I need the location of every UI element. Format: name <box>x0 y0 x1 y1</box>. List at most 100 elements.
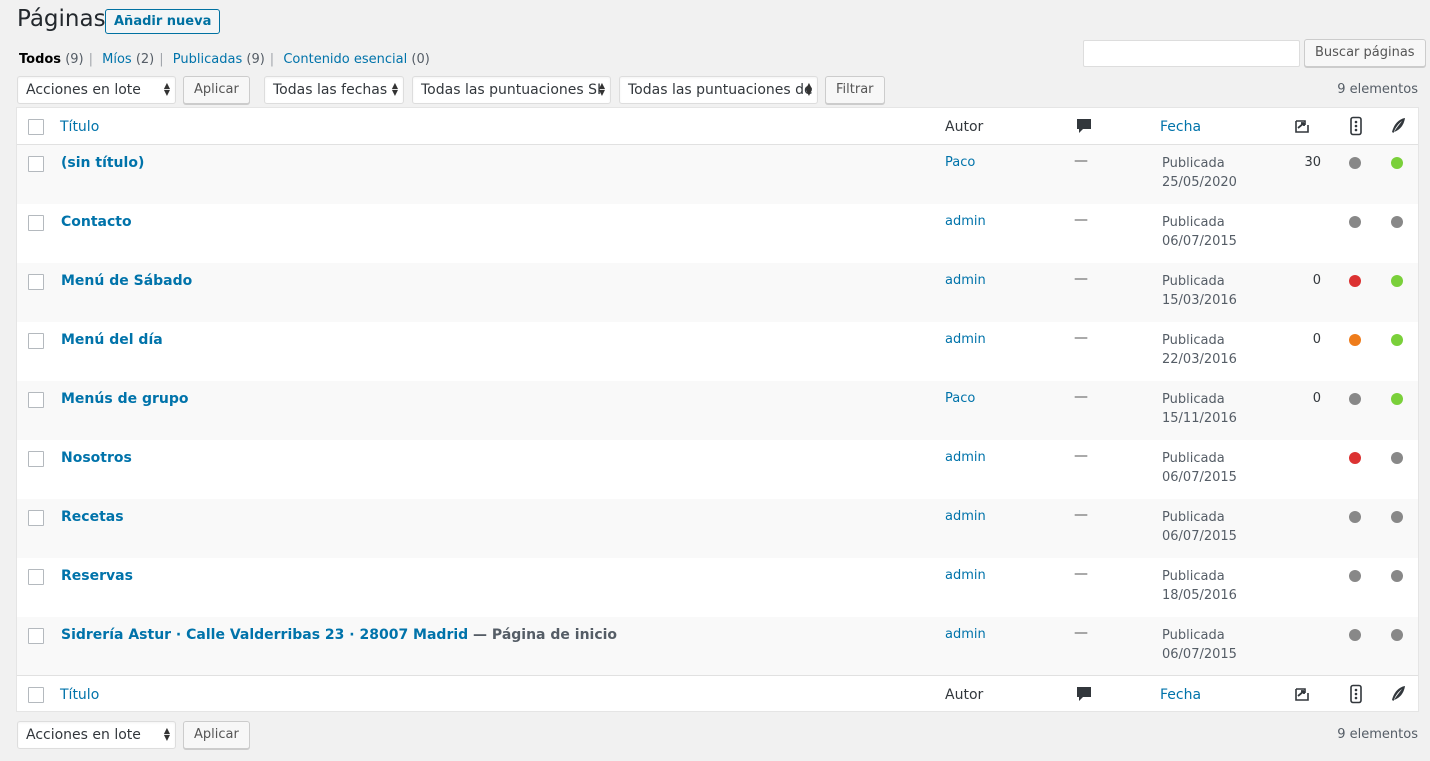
row-checkbox[interactable] <box>28 510 44 526</box>
author-link[interactable]: admin <box>945 214 986 229</box>
row-checkbox[interactable] <box>28 569 44 585</box>
pages-table: Título Autor Fecha (sin título) Paco — Publ… <box>16 107 1419 712</box>
outgoing-links-icon <box>1295 688 1309 701</box>
outgoing-links-count: 0 <box>1312 332 1321 347</box>
view-published[interactable]: Publicadas <box>173 52 242 67</box>
date-cell: Publicada 06/07/2015 <box>1162 213 1237 251</box>
row-checkbox[interactable] <box>28 451 44 467</box>
seo-score-filter-value: Todas las puntuaciones SI <box>421 82 602 98</box>
publish-date: 06/07/2015 <box>1162 647 1237 662</box>
bulk-actions-value: Acciones en lote <box>26 82 141 98</box>
readability-score-dot <box>1391 629 1403 641</box>
comments-count: — <box>1074 389 1088 405</box>
items-count-top: 9 elementos <box>1337 82 1418 97</box>
author-link[interactable]: Paco <box>945 391 975 406</box>
author-link[interactable]: admin <box>945 332 986 347</box>
select-arrows-icon: ▲ ▼ <box>163 726 170 742</box>
publish-status: Publicada <box>1162 392 1225 407</box>
page-title-link[interactable]: Menú de Sábado <box>61 273 192 289</box>
author-link[interactable]: admin <box>945 450 986 465</box>
publish-date: 15/03/2016 <box>1162 293 1237 308</box>
page-title-text[interactable]: Menús de grupo <box>61 391 189 407</box>
seo-score-filter-select[interactable]: Todas las puntuaciones SI ▲ ▼ <box>412 76 611 104</box>
comment-bubble-icon[interactable] <box>1074 116 1094 136</box>
items-count-bottom: 9 elementos <box>1337 727 1418 742</box>
row-checkbox[interactable] <box>28 156 44 172</box>
author-link[interactable]: admin <box>945 273 986 288</box>
readability-filter-select[interactable]: Todas las puntuaciones de ▲ ▼ <box>619 76 818 104</box>
page-title-text[interactable]: Menú de Sábado <box>61 273 192 289</box>
page-title-text[interactable]: Recetas <box>61 509 124 525</box>
page-title-text[interactable]: Reservas <box>61 568 133 584</box>
table-row: Contacto admin — Publicada 06/07/2015 <box>17 204 1418 263</box>
seo-score-dot <box>1349 511 1361 523</box>
apply-button-bottom[interactable]: Aplicar <box>183 721 250 749</box>
author-link[interactable]: admin <box>945 568 986 583</box>
table-row: Nosotros admin — Publicada 06/07/2015 <box>17 440 1418 499</box>
table-row: Menús de grupo Paco — Publicada 15/11/2016 0 <box>17 381 1418 440</box>
search-pages-button[interactable]: Buscar páginas <box>1304 39 1426 67</box>
column-title-footer[interactable]: Título <box>60 687 99 703</box>
row-checkbox[interactable] <box>28 392 44 408</box>
page-title-text[interactable]: Nosotros <box>61 450 132 466</box>
row-checkbox[interactable] <box>28 628 44 644</box>
seo-score-icon <box>1350 684 1362 704</box>
add-new-button[interactable]: Añadir nueva <box>105 9 221 34</box>
date-cell: Publicada 25/05/2020 <box>1162 154 1237 192</box>
readability-score-dot <box>1391 275 1403 287</box>
page-title-text[interactable]: Menú del día <box>61 332 163 348</box>
page-title-link[interactable]: (sin título) <box>61 155 144 171</box>
bulk-actions-select-bottom[interactable]: Acciones en lote ▲ ▼ <box>17 721 176 749</box>
bulk-actions-select-top[interactable]: Acciones en lote ▲ ▼ <box>17 76 176 104</box>
page-title-text[interactable]: Sidrería Astur · Calle Valderribas 23 · … <box>61 627 468 643</box>
row-checkbox[interactable] <box>28 333 44 349</box>
readability-score-dot <box>1391 570 1403 582</box>
pages-screen: Páginas Añadir nueva Todos (9) | Míos (2)… <box>0 0 1430 761</box>
date-filter-select[interactable]: Todas las fechas ▲ ▼ <box>264 76 404 104</box>
page-title-link[interactable]: Nosotros <box>61 450 132 466</box>
view-cornerstone-count: (0) <box>411 52 430 67</box>
view-cornerstone[interactable]: Contenido esencial <box>283 52 407 67</box>
page-title-text[interactable]: Contacto <box>61 214 132 230</box>
date-cell: Publicada 18/05/2016 <box>1162 567 1237 605</box>
seo-score-dot <box>1349 157 1361 169</box>
column-title-header[interactable]: Título <box>60 119 99 135</box>
author-link[interactable]: admin <box>945 509 986 524</box>
page-title-link[interactable]: Menú del día <box>61 332 163 348</box>
search-input[interactable] <box>1083 40 1300 67</box>
comments-count: — <box>1074 330 1088 346</box>
row-checkbox[interactable] <box>28 274 44 290</box>
publish-date: 15/11/2016 <box>1162 411 1237 426</box>
page-title-text[interactable]: (sin título) <box>61 155 144 171</box>
date-cell: Publicada 06/07/2015 <box>1162 626 1237 664</box>
select-all-checkbox-bottom[interactable] <box>28 687 44 703</box>
view-mine[interactable]: Míos <box>102 52 132 67</box>
select-arrows-icon: ▲ ▼ <box>163 81 170 97</box>
view-filters: Todos (9) | Míos (2) | Publicadas (9) | Con… <box>19 52 430 67</box>
filter-button[interactable]: Filtrar <box>825 76 885 104</box>
column-date-header[interactable]: Fecha <box>1160 119 1201 135</box>
seo-score-dot <box>1349 216 1361 228</box>
column-author-header: Autor <box>945 119 984 135</box>
seo-score-icon <box>1350 116 1362 136</box>
comments-count: — <box>1074 153 1088 169</box>
column-date-footer[interactable]: Fecha <box>1160 687 1201 703</box>
page-title-link[interactable]: Menús de grupo <box>61 391 189 407</box>
comment-bubble-icon[interactable] <box>1074 684 1094 704</box>
row-checkbox[interactable] <box>28 215 44 231</box>
date-cell: Publicada 15/11/2016 <box>1162 390 1237 428</box>
page-title-link[interactable]: Contacto <box>61 214 132 230</box>
seo-score-dot <box>1349 570 1361 582</box>
select-all-checkbox[interactable] <box>28 119 44 135</box>
view-all[interactable]: Todos <box>19 52 61 67</box>
page-title-link[interactable]: Reservas <box>61 568 133 584</box>
comments-count: — <box>1074 271 1088 287</box>
apply-button-top[interactable]: Aplicar <box>183 76 250 104</box>
author-link[interactable]: Paco <box>945 155 975 170</box>
seo-score-dot <box>1349 275 1361 287</box>
author-link[interactable]: admin <box>945 627 986 642</box>
comments-count: — <box>1074 448 1088 464</box>
page-title-link[interactable]: Sidrería Astur · Calle Valderribas 23 · … <box>61 627 617 643</box>
page-title-link[interactable]: Recetas <box>61 509 124 525</box>
page-title: Páginas <box>17 6 106 32</box>
